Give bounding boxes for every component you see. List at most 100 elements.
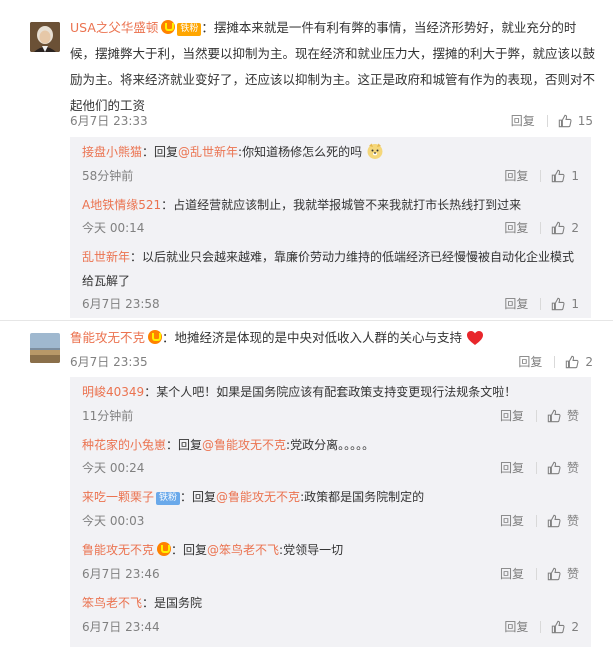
reply-list: 接盘小熊猫：回复@乱世新年:你知道杨修怎么死的吗 58分钟前 回复 1 A地铁情…: [70, 137, 591, 318]
mention-link[interactable]: @鲁能攻无不克: [216, 490, 300, 504]
reply-text: 来吃一颗栗子 铁粉 ：回复@鲁能攻无不克:政策都是国务院制定的: [82, 485, 582, 509]
action-divider: [535, 409, 537, 422]
reply-author[interactable]: 鲁能攻无不克: [82, 543, 154, 557]
like-count: 赞: [566, 514, 579, 528]
reply-button[interactable]: 回复: [500, 512, 524, 529]
reply-button[interactable]: 回复: [500, 407, 524, 424]
reply-text: 笨鸟老不飞：是国务院: [82, 591, 582, 615]
action-divider: [535, 567, 537, 580]
reply-time: 今天 00:03: [82, 514, 145, 528]
reply-text: A地铁情缘521：占道经营就应该制止，我就举报城管不来我就打市长热线打到过来: [82, 193, 582, 217]
like-button[interactable]: 2: [565, 355, 593, 369]
reply-time: 6月7日 23:44: [82, 620, 160, 634]
mention-link[interactable]: @鲁能攻无不克: [202, 438, 286, 452]
reply-button[interactable]: 回复: [518, 353, 542, 370]
reply-actions: 回复 1: [504, 295, 579, 312]
action-divider: [540, 169, 542, 182]
reply-button[interactable]: 回复: [500, 459, 524, 476]
reply-body: :你知道杨修怎么死的吗: [238, 145, 363, 159]
action-divider: [540, 620, 542, 633]
like-count: 2: [585, 354, 593, 369]
reply-body: ：以后就业只会越来越难，靠廉价劳动力维持的低端经济已经慢慢被自动化企业模式给瓦解…: [82, 250, 575, 288]
reply-list: 明峻40349：某个人吧！如果是国务院应该有配套政策支持变更现行法规条文啦！ 1…: [70, 377, 591, 647]
comment-time: 6月7日 23:35: [70, 355, 148, 369]
like-button[interactable]: 1: [551, 169, 579, 183]
mention-link[interactable]: @笨鸟老不飞: [207, 543, 279, 557]
reply-actions: 回复 赞: [500, 512, 579, 529]
reply-author[interactable]: 接盘小熊猫: [82, 145, 142, 159]
vip-icon: [148, 330, 163, 344]
reply-time: 58分钟前: [82, 169, 134, 183]
reply-body: ：占道经营就应该制止，我就举报城管不来我就打市长热线打到过来: [161, 198, 522, 212]
reply-button[interactable]: 回复: [504, 295, 528, 312]
reply-author[interactable]: 明峻40349: [82, 385, 144, 399]
like-button[interactable]: 15: [558, 114, 593, 128]
reply-prefix: ：回复: [142, 145, 179, 159]
like-count: 赞: [566, 461, 579, 475]
comment-text: 鲁能攻无不克 ：地摊经济是体现的是中央对低收入人群的关心与支持: [70, 325, 595, 355]
reply-body: :政策都是国务院制定的: [300, 490, 425, 504]
comment-author[interactable]: 鲁能攻无不克: [70, 330, 145, 345]
reply-text: 种花家的小兔崽：回复@鲁能攻无不克:党政分离。。。。。: [82, 433, 582, 457]
comment-page: USA之父华盛顿 铁粉 ：摆摊本来就是一件有利有弊的事情，当经济形势好，就业充分的时…: [0, 0, 613, 647]
reply-author[interactable]: 笨鸟老不飞: [82, 596, 142, 610]
action-divider: [554, 355, 556, 368]
heart-icon: [466, 329, 484, 355]
action-divider: [546, 114, 548, 127]
like-button[interactable]: 赞: [547, 512, 579, 529]
like-button[interactable]: 赞: [547, 407, 579, 424]
reply-author[interactable]: 乱世新年: [82, 250, 130, 264]
mention-link[interactable]: @乱世新年: [178, 145, 238, 159]
reply-author[interactable]: 来吃一颗栗子: [82, 490, 154, 504]
comment-body: ：地摊经济是体现的是中央对低收入人群的关心与支持: [162, 330, 463, 345]
comment-author[interactable]: USA之父华盛顿: [70, 20, 158, 35]
like-count: 2: [571, 619, 579, 634]
reply-actions: 回复 赞: [500, 407, 579, 424]
fan-badge: 铁粉: [177, 23, 202, 36]
like-button[interactable]: 2: [551, 620, 579, 634]
reply-button[interactable]: 回复: [500, 565, 524, 582]
reply-body: ：是国务院: [142, 596, 203, 610]
reply-actions: 回复 1: [504, 167, 579, 184]
like-button[interactable]: 1: [551, 297, 579, 311]
avatar[interactable]: [30, 333, 60, 363]
reply-actions: 回复 2: [504, 618, 579, 635]
reply-body: :党政分离。。。。。: [286, 438, 375, 452]
reply-body: :党领导一切: [279, 543, 344, 557]
reply-time: 11分钟前: [82, 409, 134, 423]
reply-time: 今天 00:14: [82, 221, 145, 235]
thumbs-up-icon: [547, 567, 561, 580]
reply-time: 6月7日 23:46: [82, 567, 160, 581]
reply-button[interactable]: 回复: [504, 167, 528, 184]
reply-actions: 回复 赞: [500, 565, 579, 582]
reply-text: 接盘小熊猫：回复@乱世新年:你知道杨修怎么死的吗: [82, 140, 582, 168]
reply-button[interactable]: 回复: [504, 618, 528, 635]
thumbs-up-icon: [547, 514, 561, 527]
fan-badge: 铁粉: [156, 492, 181, 505]
doge-emoji-icon: [366, 142, 384, 168]
thumbs-up-icon: [552, 297, 565, 310]
reply-time: 6月7日 23:58: [82, 297, 160, 311]
comment-actions: 回复 2: [518, 353, 593, 370]
like-button[interactable]: 2: [551, 221, 579, 235]
reply-actions: 回复 赞: [500, 459, 579, 476]
like-button[interactable]: 赞: [547, 565, 579, 582]
reply-author[interactable]: A地铁情缘521: [82, 198, 161, 212]
reply-button[interactable]: 回复: [504, 219, 528, 236]
comment-text: USA之父华盛顿 铁粉 ：摆摊本来就是一件有利有弊的事情，当经济形势好，就业充分的时…: [70, 15, 595, 119]
reply-author[interactable]: 种花家的小兔崽: [82, 438, 166, 452]
thumbs-up-icon: [547, 461, 561, 474]
reply-actions: 回复 2: [504, 219, 579, 236]
thumbs-up-icon: [547, 409, 561, 422]
thumbs-up-icon: [566, 355, 579, 368]
like-count: 15: [577, 113, 593, 128]
vip-icon: [161, 20, 176, 34]
reply-button[interactable]: 回复: [511, 112, 535, 129]
reply-prefix: ：回复: [180, 490, 217, 504]
like-count: 赞: [566, 409, 579, 423]
avatar[interactable]: [30, 22, 60, 52]
like-count: 1: [571, 296, 579, 311]
thumbs-up-icon: [558, 114, 572, 127]
action-divider: [540, 297, 542, 310]
like-button[interactable]: 赞: [547, 459, 579, 476]
